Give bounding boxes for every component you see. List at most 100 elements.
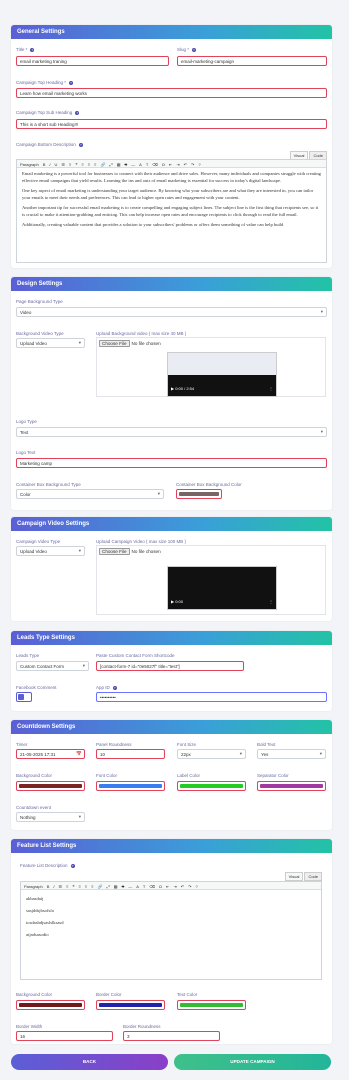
feature-text-color-swatch[interactable] [177, 1000, 246, 1010]
feature-bg-color-swatch[interactable] [16, 1000, 85, 1010]
text-color-icon[interactable]: A [136, 884, 139, 889]
hr-icon[interactable]: — [128, 884, 132, 889]
slug-input[interactable]: email-marketing-campaign [177, 56, 327, 66]
paragraph-select[interactable]: Paragraph [20, 162, 39, 167]
countdown-header: Countdown Settings [11, 720, 332, 734]
align-left-icon[interactable]: ≡ [81, 162, 83, 167]
indent-icon[interactable]: ⇥ [173, 884, 176, 889]
logo-text-input[interactable]: Marketing camp [16, 458, 327, 468]
link-icon[interactable]: 🔗 [98, 884, 103, 889]
quote-icon[interactable]: ❝ [72, 884, 74, 889]
clear-format-icon[interactable]: ⌫ [152, 162, 158, 167]
indent-icon[interactable]: ⇥ [176, 162, 179, 167]
toggle-knob [18, 694, 24, 700]
bold-icon[interactable]: B [47, 884, 50, 889]
numbered-list-icon[interactable]: ≡ [66, 884, 68, 889]
tab-code[interactable]: Code [304, 872, 322, 881]
link-icon[interactable]: 🔗 [101, 162, 106, 167]
help-icon[interactable]: ? [195, 884, 197, 889]
paragraph-select[interactable]: Paragraph [24, 884, 43, 889]
paste-text-icon[interactable]: T [146, 162, 148, 167]
play-icon[interactable]: ▶ [171, 386, 174, 391]
container-bg-type-select[interactable]: Color [16, 489, 164, 499]
redo-icon[interactable]: ↷ [188, 884, 191, 889]
logo-type-select[interactable]: Text [16, 427, 327, 437]
fullscreen-icon[interactable]: ⤢ [107, 884, 110, 889]
app-id-input[interactable]: •••••••••• [96, 692, 327, 702]
feature-border-color-swatch[interactable] [96, 1000, 165, 1010]
bullet-list-icon[interactable]: ☰ [61, 162, 65, 167]
title-input[interactable]: email marketing traning [16, 56, 169, 66]
outdent-icon[interactable]: ⇤ [166, 884, 169, 889]
font-color-swatch[interactable] [96, 781, 165, 791]
calendar-icon[interactable]: 📅 [76, 751, 82, 757]
bullet-list-icon[interactable]: ☰ [58, 884, 62, 889]
clear-format-icon[interactable]: ⌫ [149, 884, 155, 889]
panel-roundness-input[interactable]: 10 [96, 749, 165, 759]
align-right-icon[interactable]: ≡ [94, 162, 96, 167]
bottom-description-editor[interactable]: Paragraph B I U ☰ ≡ ❝ ≡ ≡ ≡ 🔗 ⤢ ▦ S — A T ⌫ Ω ⇤ ⇥ ↶ ↷? Email m… [16, 159, 327, 263]
bg-color-swatch[interactable] [16, 781, 85, 791]
back-button[interactable]: BACK [11, 1054, 168, 1070]
shortcode-input[interactable]: [contact-form-7 id="0e5027f" title="test… [96, 661, 244, 671]
container-bg-color-swatch[interactable] [176, 489, 222, 499]
help-icon[interactable]: ? [198, 162, 200, 167]
redo-icon[interactable]: ↷ [191, 162, 194, 167]
tab-visual[interactable]: Visual [284, 872, 304, 881]
align-center-icon[interactable]: ≡ [85, 884, 87, 889]
update-campaign-button[interactable]: UPDATE CAMPAIGN [174, 1054, 331, 1070]
bold-icon[interactable]: B [43, 162, 46, 167]
undo-icon[interactable]: ↶ [184, 162, 187, 167]
bg-video-file-input[interactable]: Choose File No file chosen [99, 340, 161, 347]
timer-input[interactable]: 21-05-2025 17:31 📅 [16, 749, 85, 759]
bg-video-type-select[interactable]: Upload Video [16, 338, 85, 348]
undo-icon[interactable]: ↶ [181, 884, 184, 889]
video-controls[interactable]: ▶ 0:00 / 2:54 ⋮ [168, 386, 276, 392]
page-bg-type-select[interactable]: Video [16, 307, 327, 317]
label-color-swatch[interactable] [177, 781, 246, 791]
countdown-event-select[interactable]: Nothing [16, 812, 85, 822]
strikethrough-icon[interactable]: S [124, 162, 127, 167]
more-icon[interactable]: ⋮ [269, 386, 273, 391]
align-right-icon[interactable]: ≡ [91, 884, 93, 889]
border-roundness-input[interactable]: 3 [123, 1031, 220, 1041]
toolbar-toggle-icon[interactable]: ▦ [114, 884, 118, 889]
label-color-label: Label Color [177, 773, 201, 778]
top-sub-heading-input[interactable]: This is a short sub Heading!!! [16, 119, 327, 129]
border-width-input[interactable]: 16 [16, 1031, 113, 1041]
bg-video-player[interactable]: ▶ 0:00 / 2:54 ⋮ [167, 352, 277, 397]
video-controls[interactable]: ▶ 0:00 ⋮ [168, 599, 276, 605]
special-char-icon[interactable]: Ω [162, 162, 165, 167]
toolbar-toggle-icon[interactable]: ▦ [117, 162, 121, 167]
align-left-icon[interactable]: ≡ [79, 884, 81, 889]
quote-icon[interactable]: ❝ [75, 162, 77, 167]
italic-icon[interactable]: I [49, 162, 50, 167]
special-char-icon[interactable]: Ω [159, 884, 162, 889]
campaign-video-type-select[interactable]: Upload Video [16, 546, 85, 556]
underline-icon[interactable]: U [54, 162, 57, 167]
bold-text-select[interactable]: Yes [257, 749, 326, 759]
leads-type-select[interactable]: Custom Contact Form [16, 661, 89, 671]
campaign-video-player[interactable]: ▶ 0:00 ⋮ [167, 566, 277, 610]
hr-icon[interactable]: — [131, 162, 135, 167]
align-center-icon[interactable]: ≡ [88, 162, 90, 167]
choose-file-button[interactable]: Choose File [99, 340, 130, 347]
top-heading-input[interactable]: Learn how email marketing works [16, 88, 327, 98]
paste-text-icon[interactable]: T [143, 884, 145, 889]
campaign-video-file-input[interactable]: Choose File No file chosen [99, 548, 161, 555]
facebook-comment-toggle[interactable] [16, 692, 32, 702]
italic-icon[interactable]: I [53, 884, 54, 889]
strikethrough-icon[interactable]: S [122, 884, 125, 889]
font-size-select[interactable]: 22px [177, 749, 246, 759]
editor-content[interactable]: Email marketing is a powerful tool for b… [17, 168, 326, 236]
numbered-list-icon[interactable]: ≡ [69, 162, 71, 167]
separator-color-swatch[interactable] [257, 781, 326, 791]
play-icon[interactable]: ▶ [171, 599, 174, 604]
fullscreen-icon[interactable]: ⤢ [109, 162, 112, 167]
feature-list-editor[interactable]: Paragraph B I ☰ ≡ ❝ ≡ ≡ ≡ 🔗 ⤢ ▦ S — A T ⌫ Ω ⇤ ⇥ ↶ ↷? akbasdai… [20, 881, 322, 980]
more-icon[interactable]: ⋮ [269, 599, 273, 604]
text-color-icon[interactable]: A [139, 162, 142, 167]
editor-content[interactable]: akbasdaij sasjddsjhsofsfa iosdashdjsasls… [21, 890, 321, 944]
choose-file-button[interactable]: Choose File [99, 548, 130, 555]
outdent-icon[interactable]: ⇤ [169, 162, 172, 167]
